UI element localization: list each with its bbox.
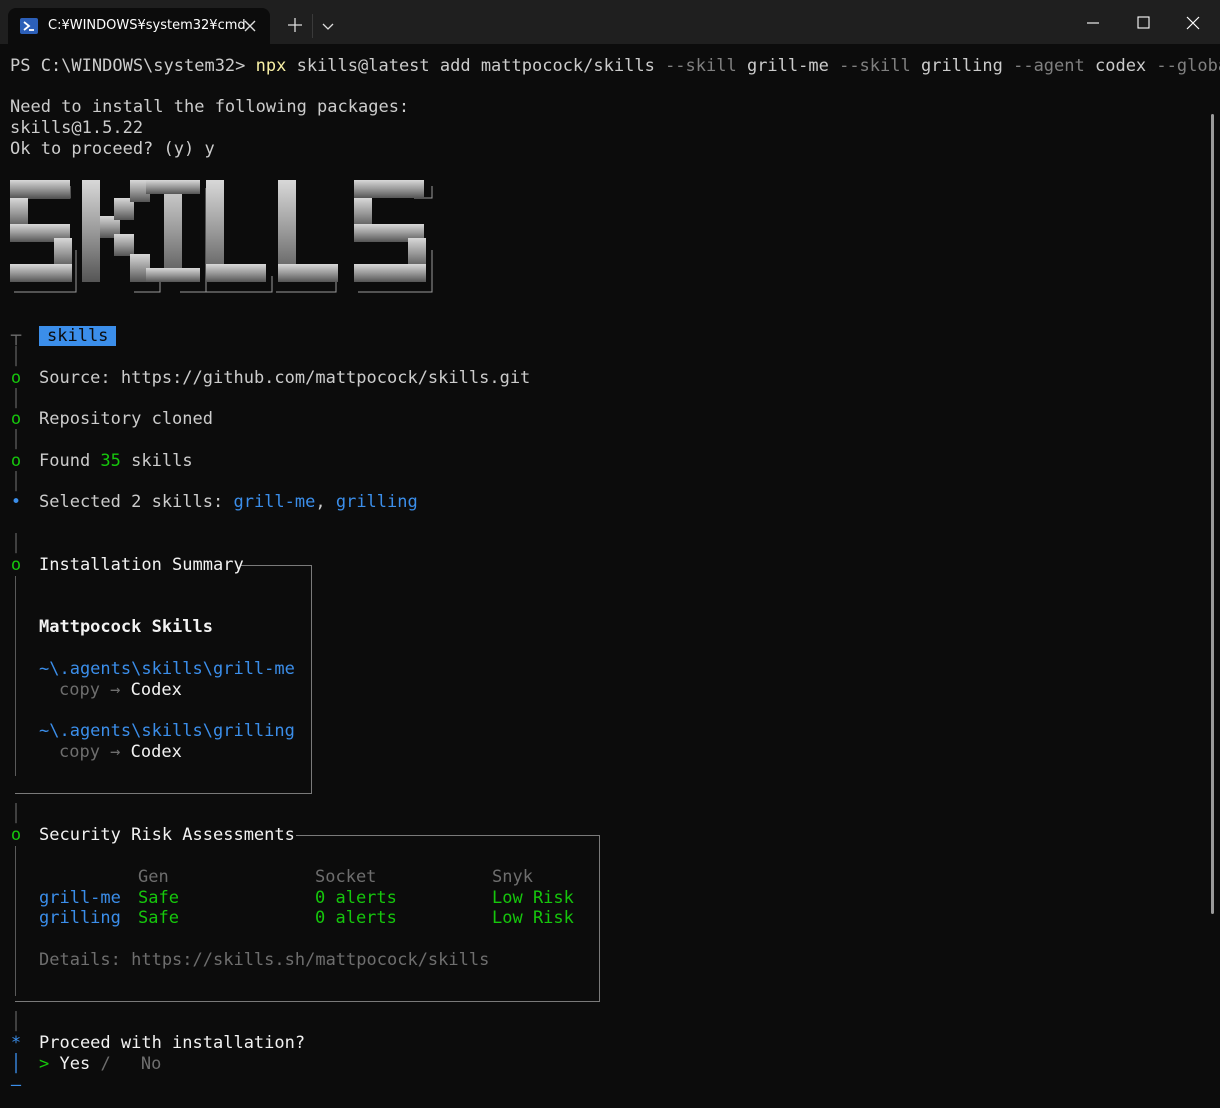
found-count: 35: [100, 451, 121, 471]
risk-row-socket: 0 alerts: [315, 888, 397, 908]
new-tab-icon[interactable]: [284, 14, 306, 36]
summary-heading: Mattpocock Skills: [39, 617, 213, 637]
flag-skill-2: --skill: [839, 56, 911, 76]
copy-line-1: copy → Codex: [59, 680, 182, 700]
risk-row-snyk: Low Risk: [492, 888, 574, 908]
step-done-icon: o: [10, 825, 22, 845]
powershell-icon: [20, 18, 38, 34]
column-snyk: Snyk: [492, 867, 533, 887]
selected-skill-1: grill-me: [233, 492, 316, 512]
title-bar: C:¥WINDOWS¥system32¥cmd: [0, 0, 1220, 44]
install-path-2: ~\.agents\skills\grilling: [39, 721, 295, 741]
command-package: skills@latest add mattpocock/skills: [286, 56, 666, 76]
terminal-output[interactable]: PS C:\WINDOWS\system32> npx skills@lates…: [10, 56, 1220, 1108]
flag-agent: --agent: [1013, 56, 1085, 76]
step-done-icon: o: [10, 409, 22, 429]
need-install-line: Need to install the following packages:: [10, 97, 410, 117]
selected-skill-2: grilling: [335, 492, 418, 512]
risk-row-gen: Safe: [138, 888, 179, 908]
install-path-1: ~\.agents\skills\grill-me: [39, 659, 295, 679]
command-line: PS C:\WINDOWS\system32> npx skills@lates…: [10, 56, 1220, 76]
summary-box-top-rule: [240, 565, 311, 566]
selection-cursor: >: [39, 1054, 60, 1074]
chevron-down-icon[interactable]: [318, 16, 338, 36]
proceed-question: Proceed with installation?: [39, 1033, 306, 1053]
risk-row-name: grilling: [39, 908, 121, 928]
tree-bar: │: [10, 472, 22, 492]
installation-summary-title: Installation Summary: [39, 555, 244, 575]
skills-banner-logo: [10, 180, 433, 293]
step-done-icon: o: [10, 368, 22, 388]
minimize-icon[interactable]: [1080, 10, 1106, 36]
step-done-icon: o: [10, 451, 22, 471]
flag-skill: --skill: [665, 56, 737, 76]
tab-title: C:¥WINDOWS¥system32¥cmd: [48, 18, 246, 33]
terminal-tab[interactable]: C:¥WINDOWS¥system32¥cmd: [8, 8, 270, 44]
scrollbar[interactable]: [1211, 54, 1214, 1102]
risk-row-name: grill-me: [39, 888, 121, 908]
skills-badge: skills: [39, 326, 117, 346]
prompt: PS C:\WINDOWS\system32>: [10, 56, 256, 76]
tree-bar-long: [15, 576, 16, 776]
details-link[interactable]: Details: https://skills.sh/mattpocock/sk…: [39, 950, 489, 970]
risk-row-socket: 0 alerts: [315, 908, 397, 928]
risk-row-gen: Safe: [138, 908, 179, 928]
flag-value-grill-me: grill-me: [736, 56, 840, 76]
tree-start-glyph: ┬: [10, 326, 22, 346]
found-skills-line: Found 35 skills: [39, 451, 193, 471]
source-url[interactable]: https://github.com/mattpocock/skills.git: [121, 368, 530, 388]
prompt-active-icon: *: [10, 1033, 22, 1053]
maximize-icon[interactable]: [1130, 10, 1156, 36]
copy-line-2: copy → Codex: [59, 742, 182, 762]
scrollbar-thumb[interactable]: [1211, 114, 1214, 914]
repo-cloned-line: Repository cloned: [39, 409, 213, 429]
column-gen: Gen: [138, 867, 169, 887]
tree-bar: │: [10, 1012, 22, 1032]
option-yes[interactable]: Yes: [59, 1054, 90, 1074]
source-line: Source: https://github.com/mattpocock/sk…: [39, 368, 531, 388]
step-done-icon: o: [10, 555, 22, 575]
option-no[interactable]: No: [121, 1054, 161, 1074]
command-npx: npx: [255, 56, 287, 76]
tree-end-glyph: —: [10, 1075, 22, 1095]
security-title: Security Risk Assessments: [39, 825, 295, 845]
security-box-top-rule: [296, 835, 599, 836]
package-line: skills@1.5.22: [10, 118, 144, 138]
tree-bar: │: [10, 347, 22, 367]
step-active-icon: •: [10, 492, 22, 512]
selected-skills-line: Selected 2 skills: grill-me, grilling: [39, 492, 418, 512]
flag-value-grilling: grilling: [910, 56, 1014, 76]
tree-bar-long: [15, 846, 16, 996]
tree-bar: │: [10, 534, 22, 554]
proceed-options: > Yes / No: [39, 1054, 162, 1074]
close-tab-icon[interactable]: [240, 16, 260, 36]
tree-bar: │: [10, 389, 22, 409]
proceed-prompt-line: Ok to proceed? (y) y: [10, 139, 215, 159]
tree-bar: │: [10, 430, 22, 450]
tree-bar-active: │: [10, 1054, 22, 1074]
close-window-icon[interactable]: [1180, 10, 1206, 36]
tree-bar: │: [10, 804, 22, 824]
flag-value-codex: codex: [1084, 56, 1157, 76]
column-socket: Socket: [315, 867, 377, 887]
tab-divider: [312, 14, 313, 38]
risk-row-snyk: Low Risk: [492, 908, 574, 928]
